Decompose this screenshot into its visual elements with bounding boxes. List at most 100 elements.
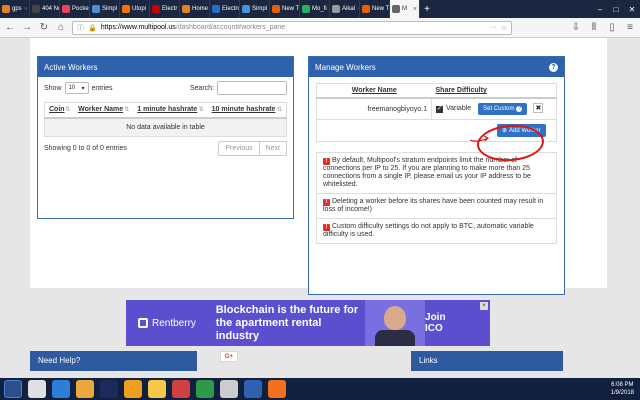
advertisement-banner[interactable]: Rentberry Blockchain is the future for t… <box>126 300 490 346</box>
tab-label: Electr <box>162 6 178 12</box>
set-custom-label: Set Custom <box>483 106 515 112</box>
taskbar-app-icon[interactable] <box>124 380 142 398</box>
entries-select[interactable]: 10 ▾ <box>64 82 89 94</box>
library-icon[interactable]: ⫴ <box>588 22 600 33</box>
browser-tab[interactable]: M × <box>390 0 420 18</box>
tab-favicon-icon <box>392 5 400 13</box>
tab-label: Simpl <box>102 6 118 12</box>
download-icon[interactable]: ⇩ <box>570 22 582 33</box>
browser-tab[interactable]: Simpl× <box>240 0 270 18</box>
tab-favicon-icon <box>62 5 70 13</box>
tab-favicon-icon <box>92 5 100 13</box>
need-help-panel: Need Help? <box>30 351 197 371</box>
active-workers-table: Coin ⇅ Worker Name ⇅ 1 minute hashrate ⇅ 10… <box>44 102 287 137</box>
tab-favicon-icon <box>332 5 340 13</box>
url-bar[interactable]: ⓘ 🔒 https://www.multipool.us /dashboard/… <box>72 20 512 35</box>
column-worker-name: Worker Name <box>316 83 432 99</box>
star-icon[interactable]: ☆ <box>501 24 507 32</box>
next-button[interactable]: Next <box>258 142 286 155</box>
start-button[interactable] <box>4 380 22 398</box>
ad-cta[interactable]: Join ICO <box>425 312 466 334</box>
column-1min-hashrate[interactable]: 1 minute hashrate ⇅ <box>133 102 208 119</box>
column-label: Coin <box>49 106 65 113</box>
maximize-icon[interactable]: □ <box>608 5 624 14</box>
info-icon[interactable]: ⓘ <box>77 23 84 33</box>
browser-tab[interactable]: gps × <box>0 0 30 18</box>
sidebar-icon[interactable]: ▯ <box>606 22 618 33</box>
clock-date: 1/9/2018 <box>610 390 634 396</box>
warning-icon: ! <box>323 224 330 231</box>
table-info: Showing 0 to 0 of 0 entries <box>44 145 127 152</box>
browser-tab[interactable]: Electr× <box>150 0 180 18</box>
help-icon: ? <box>516 106 523 112</box>
browser-tab[interactable]: Mo_fi× <box>300 0 330 18</box>
browser-tab[interactable]: Home× <box>180 0 210 18</box>
tab-favicon-icon <box>122 5 130 13</box>
taskbar-app-icon[interactable] <box>28 380 46 398</box>
browser-tab[interactable]: Electromi× <box>210 0 240 18</box>
browser-tab[interactable]: Utopi× <box>120 0 150 18</box>
active-workers-header: Active Workers <box>38 57 293 77</box>
help-icon[interactable]: ? <box>549 62 558 72</box>
minimize-icon[interactable]: – <box>592 5 608 14</box>
tab-label: 404 Not F <box>42 6 59 12</box>
annotation-arrow-icon <box>470 135 490 142</box>
taskbar-app-icon[interactable] <box>244 380 262 398</box>
tab-label: Utopi <box>132 6 147 12</box>
warning-icon: ! <box>323 199 330 206</box>
back-arrow-icon[interactable]: ← <box>4 22 16 33</box>
manage-workers-title: Manage Workers <box>315 62 376 72</box>
browser-tab[interactable]: Simpl× <box>90 0 120 18</box>
reload-icon[interactable]: ↻ <box>38 22 50 33</box>
home-icon[interactable]: ⌂ <box>55 22 67 33</box>
close-icon[interactable]: × <box>480 302 488 310</box>
browser-nav-bar: ← → ↻ ⌂ ⓘ 🔒 https://www.multipool.us /da… <box>0 18 640 38</box>
browser-tab-bar: gps×404 Not F×Pocke×Simpl×Utopi×Electr×H… <box>0 0 640 18</box>
ad-brand: Rentberry <box>152 317 196 329</box>
tab-favicon-icon <box>242 5 250 13</box>
links-panel: Links <box>411 351 563 371</box>
browser-tab[interactable]: New T× <box>270 0 300 18</box>
taskbar-app-icon[interactable] <box>148 380 166 398</box>
taskbar-app-icon[interactable] <box>52 380 70 398</box>
column-share-difficulty: Share Difficulty <box>431 83 557 99</box>
browser-tab[interactable]: Aikal× <box>330 0 360 18</box>
tab-label: M <box>402 6 407 12</box>
manage-workers-panel: Manage Workers ? Worker Name Share Diffi… <box>308 56 565 295</box>
menu-icon[interactable]: ≡ <box>624 22 636 33</box>
sort-icon: ⇅ <box>65 107 71 113</box>
column-worker-name[interactable]: Worker Name ⇅ <box>74 102 134 119</box>
tab-favicon-icon <box>362 5 370 13</box>
tab-label: Simpl <box>252 6 268 12</box>
close-window-icon[interactable]: ✕ <box>624 5 640 14</box>
new-tab-icon[interactable]: + <box>420 4 434 15</box>
taskbar-app-icon[interactable] <box>196 380 214 398</box>
taskbar-app-icon[interactable] <box>220 380 238 398</box>
tab-label: Electromi <box>222 6 239 12</box>
tab-favicon-icon <box>212 5 220 13</box>
taskbar-app-icon[interactable] <box>76 380 94 398</box>
taskbar-app-icon[interactable] <box>100 380 118 398</box>
browser-tab[interactable]: New T× <box>360 0 390 18</box>
browser-tab[interactable]: 404 Not F× <box>30 0 60 18</box>
browser-tab[interactable]: Pocke× <box>60 0 90 18</box>
lock-icon: 🔒 <box>88 24 97 32</box>
taskbar-app-icon[interactable] <box>172 380 190 398</box>
system-clock[interactable]: 6:08 PM 1/9/2018 <box>611 381 640 397</box>
google-plus-button[interactable]: G+ <box>220 351 238 362</box>
column-10min-hashrate[interactable]: 10 minute hashrate ⇅ <box>207 102 287 119</box>
taskbar-app-icon[interactable] <box>268 380 286 398</box>
set-custom-button[interactable]: Set Custom? <box>478 103 528 115</box>
forward-arrow-icon[interactable]: → <box>21 22 33 33</box>
column-coin[interactable]: Coin ⇅ <box>44 102 75 119</box>
more-icon[interactable]: ··· <box>490 24 497 31</box>
previous-button[interactable]: Previous <box>219 142 258 155</box>
close-tab-icon[interactable]: × <box>24 6 28 13</box>
worker-name-cell: freemanogbiyoyo.1 <box>316 97 432 120</box>
variable-checkbox[interactable]: ✓ <box>436 106 443 113</box>
close-tab-icon[interactable]: × <box>413 6 417 13</box>
tab-favicon-icon <box>272 5 280 13</box>
search-input[interactable] <box>217 81 287 95</box>
delete-worker-button[interactable]: ✖ <box>533 103 544 113</box>
windows-taskbar: 6:08 PM 1/9/2018 <box>0 378 640 400</box>
